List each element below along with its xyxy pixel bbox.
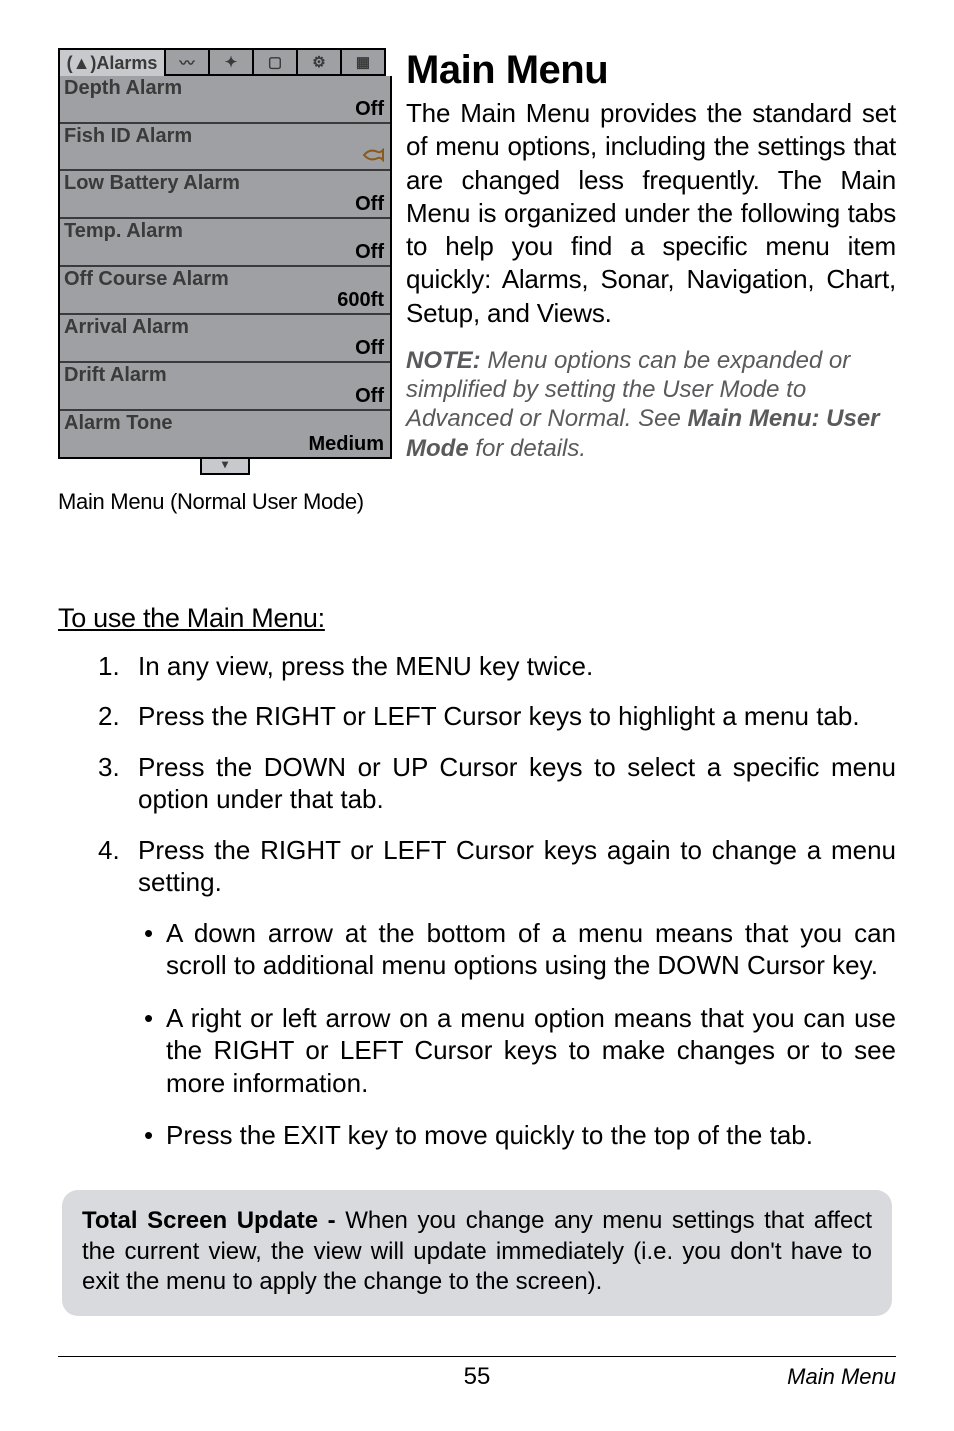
tab-setup[interactable]: ⚙ (298, 48, 342, 76)
bullets-list: •A down arrow at the bottom of a menu me… (138, 917, 896, 1152)
note-body-b: for details. (469, 435, 586, 462)
menu-row-low-battery-alarm[interactable]: Low Battery Alarm Off (60, 171, 390, 219)
alarms-menu: Depth Alarm Off Fish ID Alarm Low Batter… (58, 76, 392, 459)
step-text: Press the RIGHT or LEFT Cursor keys to h… (138, 700, 896, 733)
menu-row-off-course-alarm[interactable]: Off Course Alarm 600ft (60, 267, 390, 315)
bullet-text: A down arrow at the bottom of a menu mea… (166, 917, 896, 982)
menu-row-value: Medium (64, 434, 384, 455)
steps-list: 1.In any view, press the MENU key twice.… (98, 650, 896, 1172)
compass-icon: ✦ (225, 53, 238, 71)
menu-row-drift-alarm[interactable]: Drift Alarm Off (60, 363, 390, 411)
howto-title: To use the Main Menu: (58, 603, 896, 634)
menu-row-label: Depth Alarm (64, 78, 384, 99)
menu-scroll-indicator: ▾ (58, 459, 392, 475)
menu-row-label: Low Battery Alarm (64, 173, 384, 194)
menu-row-value: Off (64, 338, 384, 359)
tab-chart[interactable]: ▢ (254, 48, 298, 76)
tab-alarms[interactable]: (▲)Alarms (58, 48, 166, 76)
menu-row-label: Drift Alarm (64, 365, 384, 386)
tab-sonar[interactable]: 〰 (166, 48, 210, 76)
step-item: 1.In any view, press the MENU key twice. (98, 650, 896, 683)
menu-row-value: Off (64, 242, 384, 263)
bullet-icon: • (138, 1002, 166, 1100)
down-arrow-icon: ▾ (200, 459, 250, 475)
step-number: 3. (98, 751, 138, 816)
bullet-item: •A down arrow at the bottom of a menu me… (138, 917, 896, 982)
bullet-item: •Press the EXIT key to move quickly to t… (138, 1119, 896, 1152)
step-item: 4. Press the RIGHT or LEFT Cursor keys a… (98, 834, 896, 1172)
step-item: 3.Press the DOWN or UP Cursor keys to se… (98, 751, 896, 816)
setup-icon: ⚙ (312, 53, 325, 71)
menu-row-label: Temp. Alarm (64, 221, 384, 242)
menu-row-alarm-tone[interactable]: Alarm Tone Medium (60, 411, 390, 457)
chart-icon: ▢ (268, 53, 282, 71)
bullet-icon: • (138, 1119, 166, 1152)
fish-icon (362, 147, 384, 167)
menu-row-value: Off (64, 386, 384, 407)
menu-caption: Main Menu (Normal User Mode) (58, 489, 392, 515)
step-text: Press the RIGHT or LEFT Cursor keys agai… (138, 835, 896, 898)
step-number: 4. (98, 834, 138, 1172)
views-icon: ▦ (356, 53, 370, 71)
menu-row-label: Alarm Tone (64, 413, 384, 434)
note-label: NOTE: (406, 347, 481, 374)
bullet-item: •A right or left arrow on a menu option … (138, 1002, 896, 1100)
menu-row-value (64, 147, 384, 167)
menu-row-fish-id-alarm[interactable]: Fish ID Alarm (60, 124, 390, 171)
step-item: 2.Press the RIGHT or LEFT Cursor keys to… (98, 700, 896, 733)
page-footer: 55 Main Menu (58, 1356, 896, 1391)
step-text: In any view, press the MENU key twice. (138, 650, 896, 683)
bullet-icon: • (138, 917, 166, 982)
step-4-block: Press the RIGHT or LEFT Cursor keys agai… (138, 834, 896, 1172)
page-title: Main Menu (406, 48, 896, 93)
tab-navigation[interactable]: ✦ (210, 48, 254, 76)
step-number: 2. (98, 700, 138, 733)
bullet-text: A right or left arrow on a menu option m… (166, 1002, 896, 1100)
section-label: Main Menu (617, 1364, 896, 1390)
menu-row-label: Fish ID Alarm (64, 126, 384, 147)
tab-alarms-label: (▲)Alarms (67, 53, 158, 74)
step-number: 1. (98, 650, 138, 683)
sonar-icon: 〰 (179, 52, 194, 73)
page-number: 55 (337, 1363, 616, 1391)
intro-paragraph: The Main Menu provides the standard set … (406, 97, 896, 330)
menu-row-label: Off Course Alarm (64, 269, 384, 290)
step-text: Press the DOWN or UP Cursor keys to sele… (138, 751, 896, 816)
menu-tabstrip: (▲)Alarms 〰 ✦ ▢ ⚙ ▦ (58, 48, 392, 76)
callout-box: Total Screen Update - When you change an… (62, 1190, 892, 1316)
menu-row-value: Off (64, 194, 384, 215)
callout-title: Total Screen Update - (82, 1207, 345, 1234)
menu-row-value: Off (64, 99, 384, 120)
menu-row-value: 600ft (64, 290, 384, 311)
tab-views[interactable]: ▦ (342, 48, 386, 76)
menu-row-label: Arrival Alarm (64, 317, 384, 338)
menu-row-temp-alarm[interactable]: Temp. Alarm Off (60, 219, 390, 267)
bullet-text: Press the EXIT key to move quickly to th… (166, 1119, 896, 1152)
menu-row-depth-alarm[interactable]: Depth Alarm Off (60, 76, 390, 124)
menu-row-arrival-alarm[interactable]: Arrival Alarm Off (60, 315, 390, 363)
note-paragraph: NOTE: Menu options can be expanded or si… (406, 346, 896, 463)
